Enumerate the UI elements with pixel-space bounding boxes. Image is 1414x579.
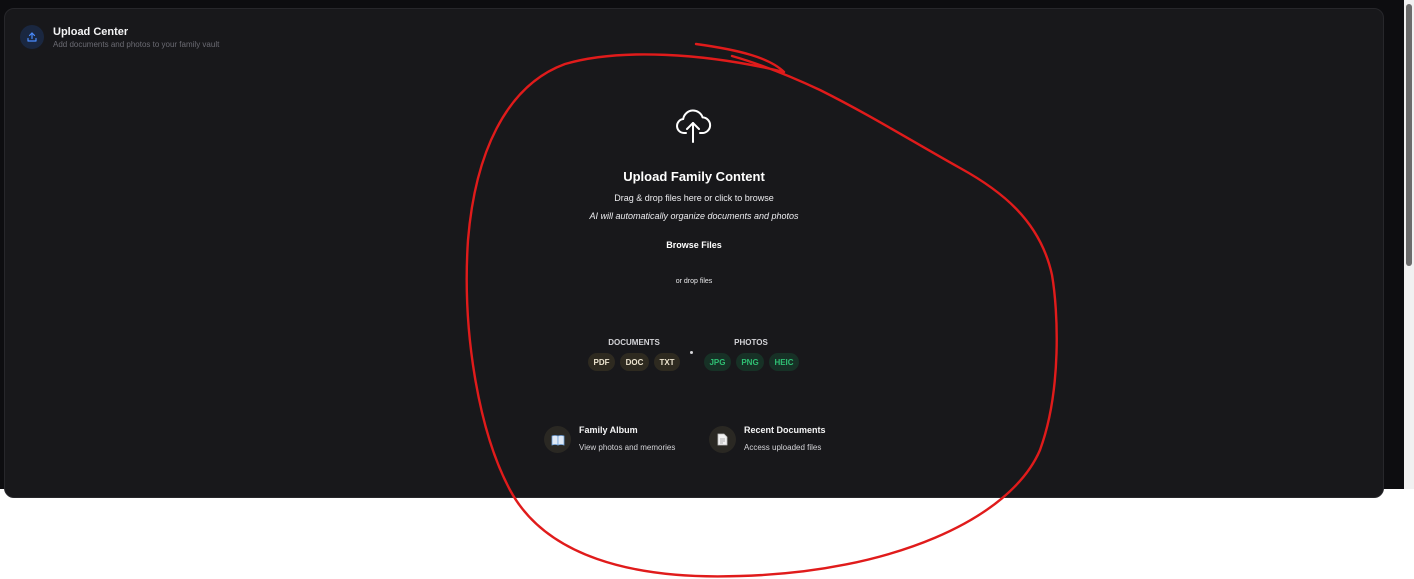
recent-documents-link[interactable]: Recent Documents xyxy=(744,425,826,435)
dropzone-title: Upload Family Content xyxy=(623,169,765,184)
dropzone-ai-note: AI will automatically organize documents… xyxy=(589,211,799,221)
page-title: Upload Center xyxy=(53,26,129,38)
drop-files-hint: or drop files xyxy=(675,278,713,285)
cloud-upload-icon[interactable] xyxy=(674,105,712,143)
documents-label: DOCUMENTS xyxy=(608,338,660,347)
photos-label: PHOTOS xyxy=(734,338,768,347)
recent-documents-subtitle: Access uploaded files xyxy=(744,443,822,452)
family-album-link[interactable]: Family Album xyxy=(579,425,638,435)
upload-panel xyxy=(4,8,1384,498)
file-type-heic: HEIC xyxy=(769,353,799,371)
scrollbar-thumb[interactable] xyxy=(1406,4,1412,266)
file-type-png: PNG xyxy=(736,353,764,371)
upload-icon xyxy=(20,25,44,49)
family-album-subtitle: View photos and memories xyxy=(579,443,676,452)
book-icon[interactable] xyxy=(544,426,571,453)
file-type-doc: DOC xyxy=(620,353,649,371)
browse-files-button[interactable]: Browse Files xyxy=(650,238,738,252)
file-type-jpg: JPG xyxy=(704,353,731,371)
page-subtitle: Add documents and photos to your family … xyxy=(53,40,220,49)
document-icon[interactable] xyxy=(709,426,736,453)
file-type-pdf: PDF xyxy=(588,353,615,371)
category-separator xyxy=(690,351,693,354)
file-type-txt: TXT xyxy=(654,353,680,371)
dropzone-instructions: Drag & drop files here or click to brows… xyxy=(614,193,774,203)
